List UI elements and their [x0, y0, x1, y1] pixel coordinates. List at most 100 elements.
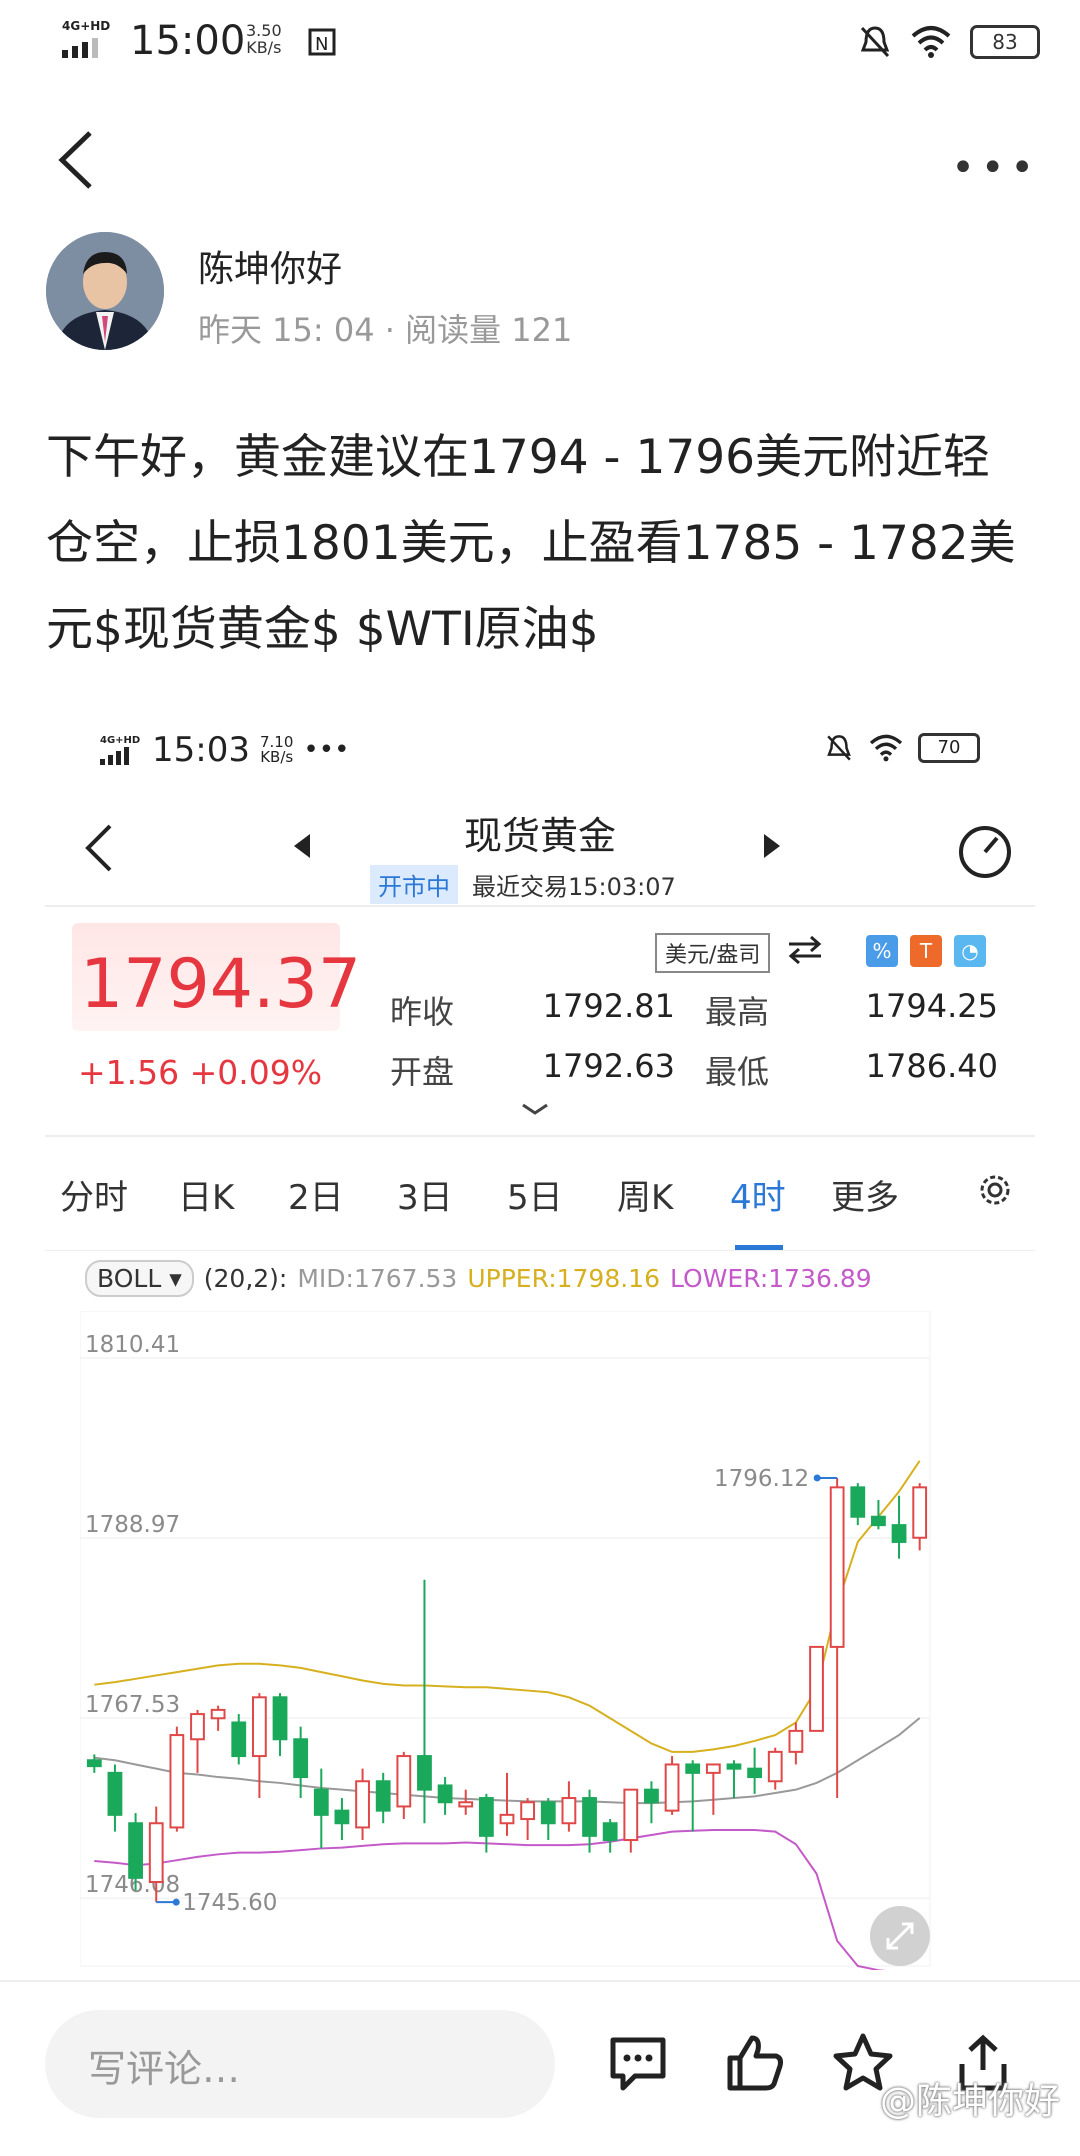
candle-body: [602, 1822, 618, 1842]
embedded-speed-unit: KB/s: [260, 748, 294, 766]
candle-body: [871, 1515, 886, 1527]
open-value: 1792.63: [542, 1047, 675, 1085]
candle-body: [375, 1780, 391, 1812]
avatar[interactable]: [46, 232, 164, 350]
unit-selector[interactable]: 美元/盎司: [655, 933, 771, 973]
price-change: +1.56 +0.09%: [78, 1053, 323, 1092]
candle-body: [726, 1763, 742, 1770]
candle-body: [623, 1788, 639, 1842]
candle-body: [148, 1822, 164, 1884]
y-tick-label: 1810.41: [85, 1332, 180, 1358]
low-value: 1786.40: [865, 1047, 998, 1085]
candle-body: [891, 1524, 907, 1543]
embedded-screenshot: 4G+HD 15:03 7.10 KB/s ••• 70 现货黄金 开市中 最近…: [0, 715, 1080, 1970]
indicator-selector[interactable]: BOLL ▾: [85, 1260, 194, 1297]
current-price: 1794.37: [80, 945, 362, 1024]
embedded-network-label: 4G+HD: [100, 735, 140, 746]
high-marker-dot: [813, 1474, 821, 1482]
market-status-badge: 开市中: [370, 865, 458, 904]
tab-3day[interactable]: 3日: [397, 1170, 453, 1219]
indicator-params: (20,2):: [203, 1264, 288, 1293]
author-name[interactable]: 陈坤你好: [198, 240, 342, 292]
tab-fenshi[interactable]: 分时: [60, 1170, 128, 1219]
read-count: 阅读量 121: [405, 311, 573, 349]
swap-icon[interactable]: [785, 935, 825, 965]
next-instrument-icon[interactable]: [760, 831, 784, 861]
status-right: 83: [858, 20, 1040, 64]
boll-mid: MID:1767.53: [297, 1264, 458, 1293]
candle-body: [478, 1797, 494, 1837]
candle-body: [355, 1780, 370, 1829]
post-meta: 昨天 15: 04 · 阅读量 121: [198, 311, 573, 349]
candle-body: [437, 1784, 453, 1804]
candle-body: [788, 1729, 804, 1753]
candle-body: [190, 1713, 205, 1741]
embedded-status-right: 70: [824, 733, 980, 763]
like-icon[interactable]: [722, 2030, 788, 2096]
candle-body: [664, 1763, 680, 1812]
candle-body: [169, 1734, 185, 1829]
candle-body: [458, 1801, 474, 1808]
candle-body: [912, 1486, 928, 1539]
network-label: 4G+HD: [62, 19, 110, 33]
candle-body: [128, 1822, 143, 1879]
candle-body: [685, 1763, 701, 1774]
embedded-speed: 7.10 KB/s: [260, 735, 293, 765]
high-label: 1796.12: [714, 1466, 809, 1492]
percent-icon[interactable]: %: [866, 935, 898, 967]
instrument-title: 现货黄金: [463, 814, 616, 858]
low-marker-dot: [172, 1898, 180, 1906]
divider: [45, 1135, 1035, 1137]
tab-5day[interactable]: 5日: [507, 1170, 563, 1219]
tab-2day[interactable]: 2日: [288, 1170, 344, 1219]
divider: [45, 905, 1035, 907]
candle-body: [293, 1738, 309, 1779]
candle-body: [747, 1767, 763, 1779]
battery-indicator: 83: [970, 25, 1040, 59]
period-tabs: 分时 日K 2日 3日 5日 周K 4时 更多: [45, 1170, 1035, 1220]
indicator-legend: BOLL ▾ (20,2): MID:1767.53 UPPER:1798.16…: [85, 1260, 872, 1297]
low-label: 最低: [705, 1053, 770, 1091]
settings-gear-icon[interactable]: [975, 1170, 1015, 1210]
network-speed: 3.50 KB/s: [246, 22, 282, 56]
expand-chevron-icon[interactable]: [520, 1102, 550, 1116]
comment-placeholder: 写评论…: [88, 2047, 241, 2091]
high-value: 1794.25: [865, 987, 998, 1025]
back-icon[interactable]: [52, 125, 102, 195]
plot-area: [80, 1311, 931, 1967]
candle-body: [582, 1797, 597, 1837]
candle-body: [809, 1645, 824, 1732]
candle-body: [334, 1809, 350, 1825]
status-time: 15:00: [130, 18, 246, 64]
low-label: 1745.60: [182, 1890, 277, 1916]
tab-more[interactable]: 更多: [831, 1170, 899, 1219]
embedded-time: 15:03: [152, 730, 250, 770]
pie-icon[interactable]: ◔: [954, 935, 986, 967]
candle-body: [272, 1696, 288, 1741]
candle-body: [499, 1813, 515, 1825]
candlestick-chart[interactable]: 1810.411788.971767.531746.081796.121745.…: [80, 1311, 1000, 1970]
candle-body: [86, 1759, 102, 1768]
signal-icon: 4G+HD: [62, 19, 110, 58]
divider: [45, 1250, 1035, 1251]
speed-value: 3.50: [246, 21, 282, 40]
open-label: 开盘: [390, 1053, 455, 1091]
post-body: 下午好，黄金建议在1794 - 1796美元附近轻仓空，止损1801美元，止盈看…: [46, 430, 1016, 657]
comment-icon[interactable]: [605, 2030, 671, 2096]
refresh-icon[interactable]: [955, 820, 1015, 880]
trade-icon[interactable]: T: [910, 935, 942, 967]
wifi-icon: [869, 734, 903, 762]
tab-daily[interactable]: 日K: [178, 1170, 234, 1219]
svg-text:N: N: [315, 34, 328, 55]
last-trade-time: 最近交易15:03:07: [472, 873, 676, 901]
candle-body: [251, 1696, 267, 1758]
prev-close-label: 昨收: [390, 993, 455, 1031]
y-tick-label: 1788.97: [85, 1512, 180, 1538]
tab-weekly[interactable]: 周K: [617, 1170, 673, 1219]
candle-body: [767, 1750, 783, 1783]
post-time: 昨天 15: 04: [198, 311, 375, 349]
candle-body: [829, 1486, 845, 1648]
more-icon[interactable]: •••: [951, 145, 1040, 191]
speed-unit: KB/s: [246, 38, 282, 57]
tab-4hour[interactable]: 4时: [730, 1170, 786, 1219]
